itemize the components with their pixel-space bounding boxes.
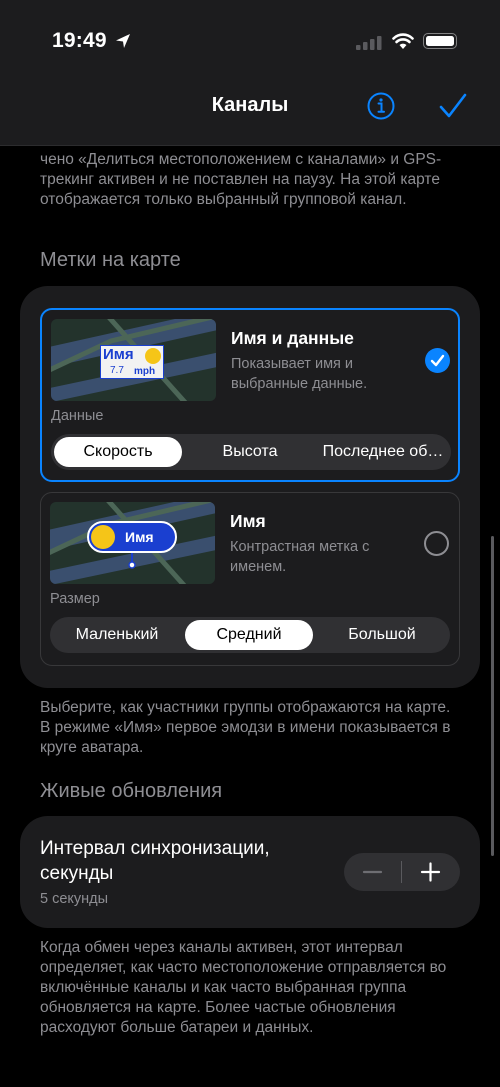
unselected-radio-icon	[424, 531, 449, 556]
marker-name: Имя	[125, 529, 154, 545]
option-name-and-data[interactable]: Имя 7.7 mph Имя и данные Показывает имя …	[40, 308, 460, 482]
page-title: Каналы	[211, 94, 289, 116]
option-title: Имя	[230, 511, 266, 531]
status-time: 19:49	[52, 29, 107, 52]
segment-speed[interactable]: Скорость	[54, 437, 182, 467]
marker-value: 7.7	[110, 365, 124, 376]
settings-scroll[interactable]: чено «Делиться местоположением с каналам…	[0, 146, 500, 1087]
size-segment-label: Размер	[50, 591, 100, 607]
data-segmented-control: Скорость Высота Последнее об…	[51, 434, 451, 470]
scrollbar[interactable]	[491, 536, 494, 856]
option-description: Контрастная метка с именем.	[230, 539, 370, 575]
preview-name-and-data: Имя 7.7 mph	[51, 319, 216, 401]
smile-emoji-icon	[145, 348, 161, 364]
data-segment-label: Данные	[51, 408, 104, 424]
live-updates-footer: Когда обмен через каналы активен, этот и…	[40, 939, 447, 1036]
name-data-marker: Имя 7.7 mph	[100, 345, 164, 379]
sync-interval-title: Интервал синхронизации, секунды	[40, 838, 270, 884]
segment-last-update[interactable]: Последнее об…	[318, 437, 448, 467]
marker-name: Имя	[103, 346, 134, 363]
section-header-map-labels: Метки на карте	[40, 249, 181, 271]
channels-footer-note: чено «Делиться местоположением с каналам…	[40, 151, 442, 208]
option-name[interactable]: Имя Имя Контрастная метка с именем. Разм…	[40, 492, 460, 666]
map-labels-footer: Выберите, как участники группы отображаю…	[40, 699, 451, 756]
sync-interval-card: Интервал синхронизации, секунды 5 секунд…	[20, 816, 480, 928]
minus-icon[interactable]	[344, 853, 401, 891]
interval-stepper	[344, 853, 460, 891]
marker-unit: mph	[134, 366, 156, 377]
location-arrow-icon	[116, 34, 130, 48]
segment-altitude[interactable]: Высота	[186, 437, 314, 467]
name-pill-marker: Имя	[87, 521, 177, 553]
map-labels-card: Имя 7.7 mph Имя и данные Показывает имя …	[20, 286, 480, 688]
size-segmented-control: Маленький Средний Большой	[50, 617, 450, 653]
status-bar: 19:49	[0, 0, 500, 80]
sync-interval-value: 5 секунды	[40, 891, 109, 907]
segment-small[interactable]: Маленький	[53, 620, 181, 650]
section-header-live-updates: Живые обновления	[40, 780, 223, 802]
segment-medium[interactable]: Средний	[185, 620, 313, 650]
option-title: Имя и данные	[231, 328, 354, 348]
signal-icon	[356, 36, 382, 50]
selected-check-icon	[425, 348, 450, 373]
wifi-icon	[392, 33, 414, 49]
smile-emoji-icon	[91, 525, 115, 549]
segment-large[interactable]: Большой	[317, 620, 447, 650]
navigation-bar: Каналы	[0, 80, 500, 146]
plus-icon[interactable]	[402, 853, 460, 891]
checkmark-icon[interactable]	[438, 91, 468, 121]
preview-name: Имя	[50, 502, 215, 584]
info-icon[interactable]	[366, 91, 396, 121]
battery-icon	[423, 33, 457, 49]
option-description: Показывает имя и выбранные данные.	[231, 356, 368, 392]
